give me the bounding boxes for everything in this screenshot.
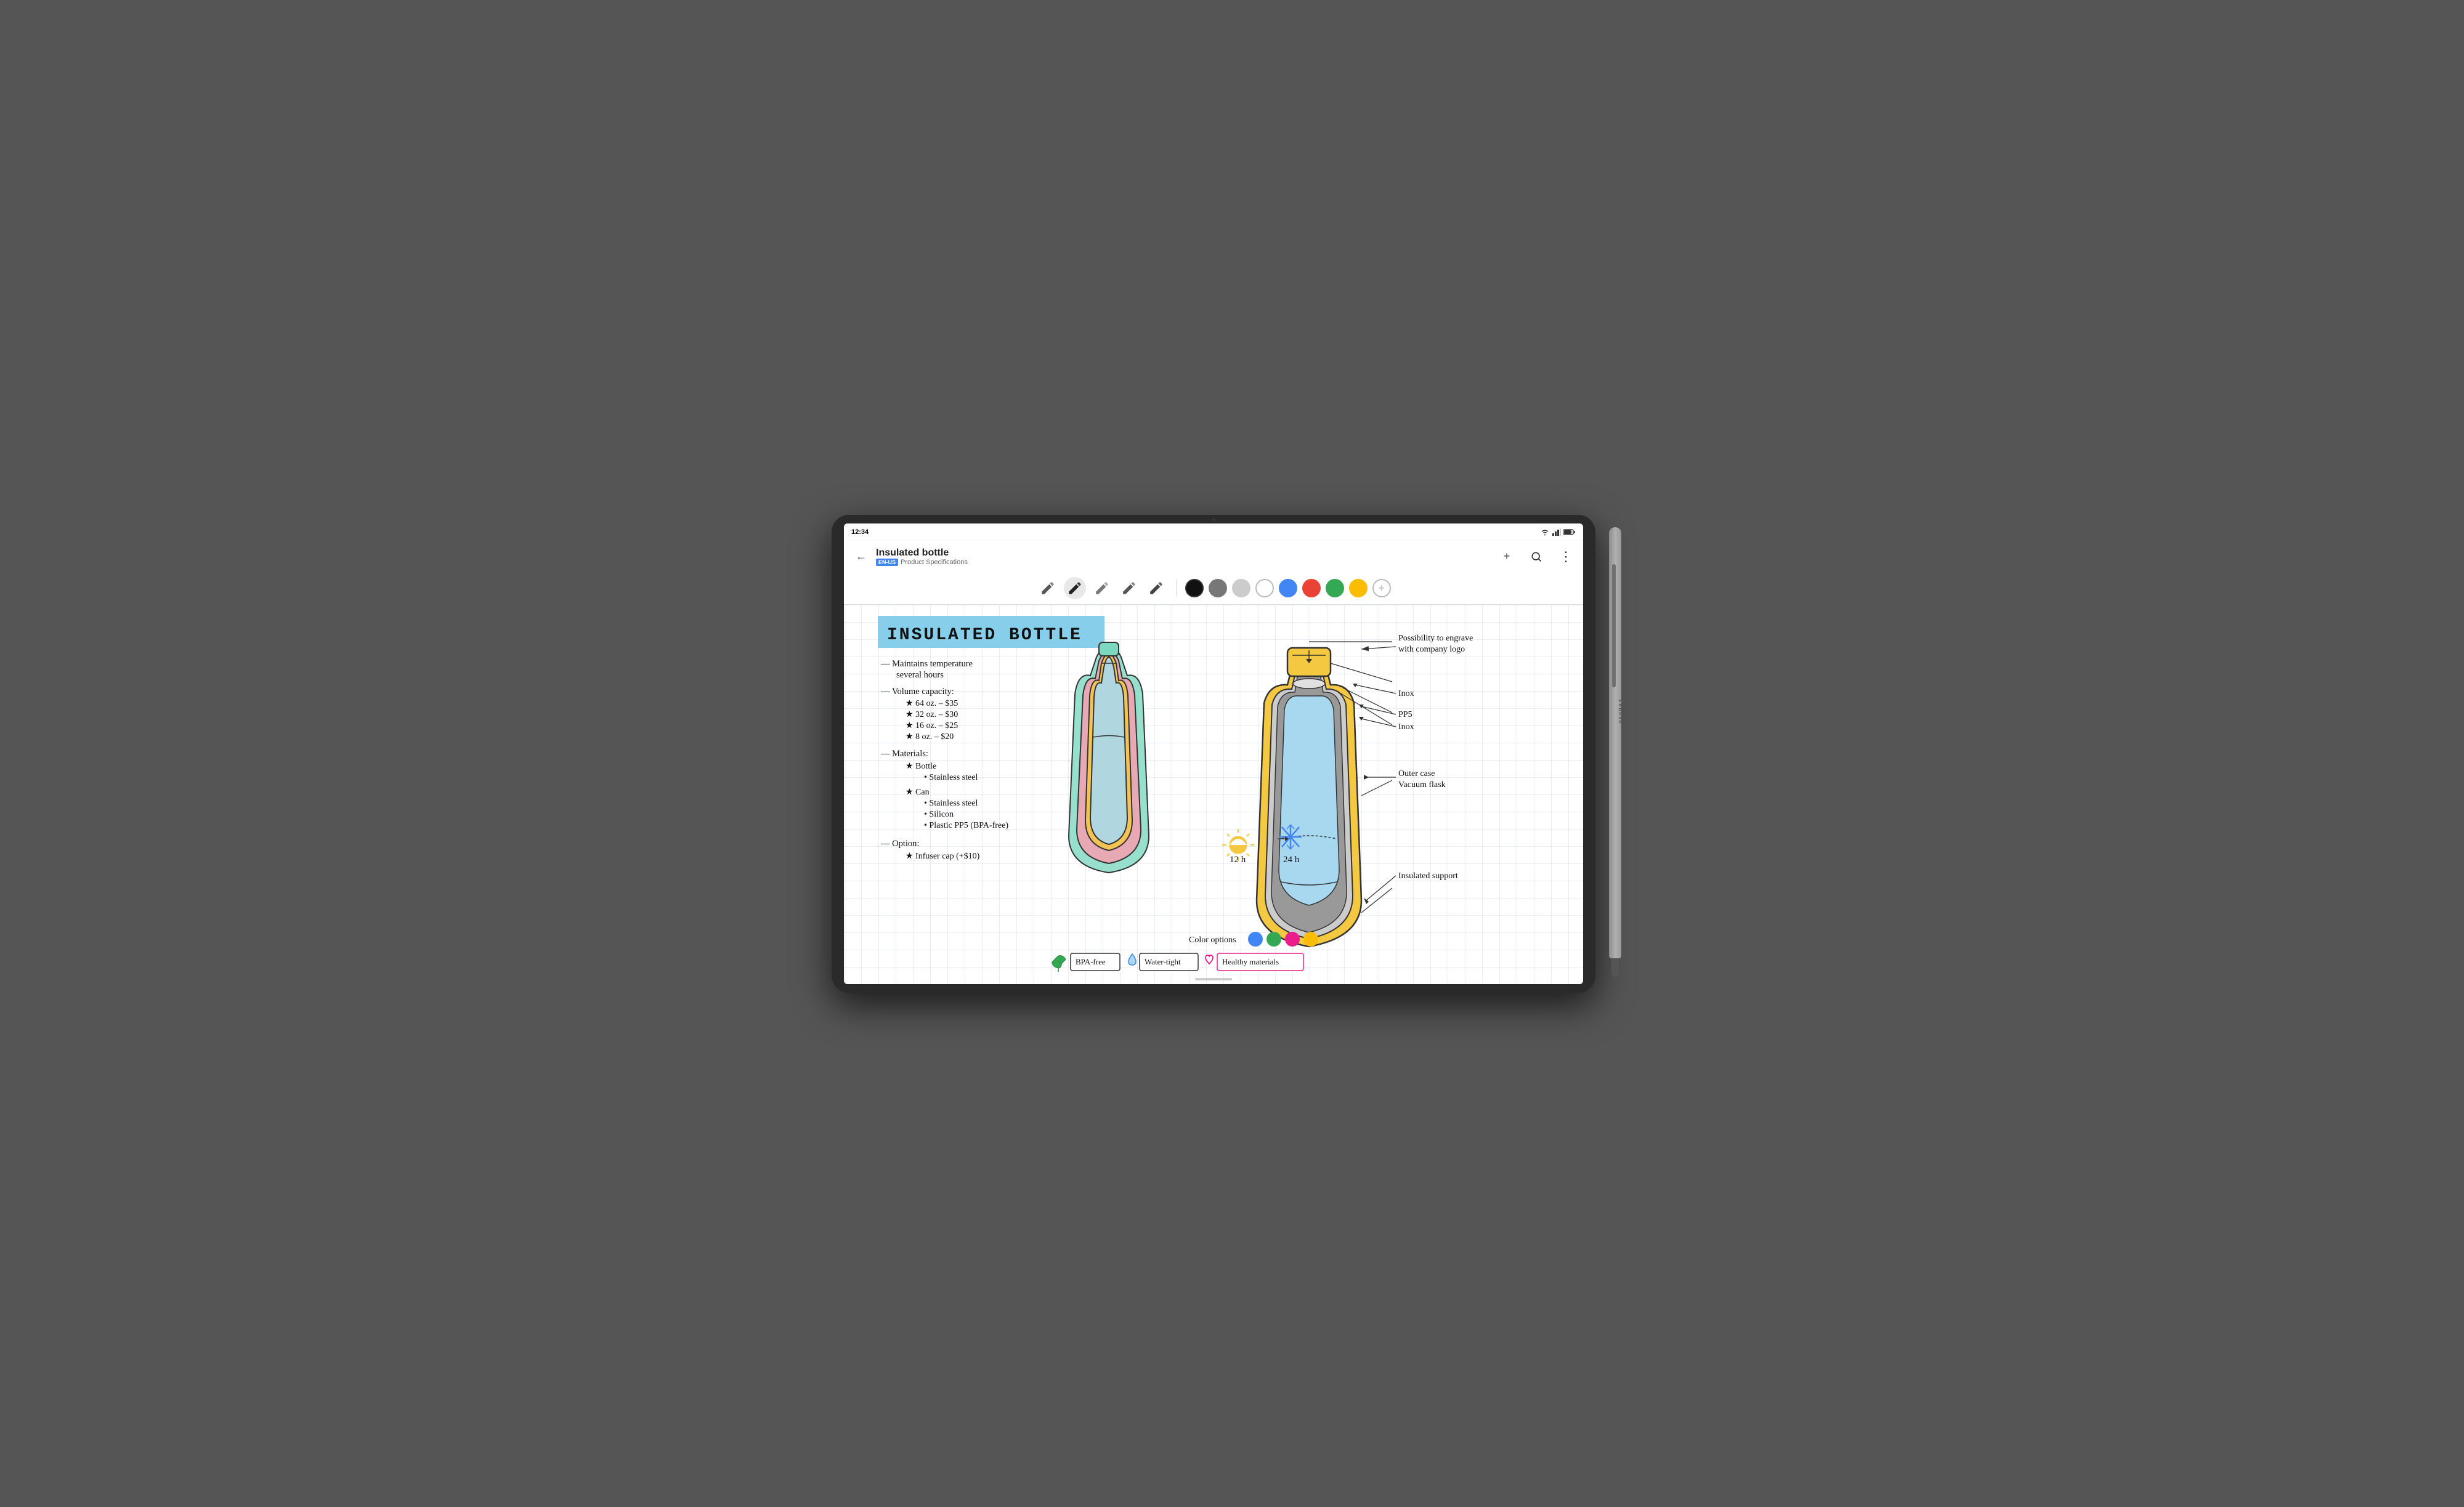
svg-text:with company logo: with company logo [1398,645,1465,654]
svg-text:Color options: Color options [1189,935,1236,945]
stylus-tip [1611,958,1619,977]
scene: 12:34 [832,503,1632,1005]
status-icons [1540,528,1576,536]
stylus: Lenovo [1604,521,1626,977]
svg-text:Insulated support: Insulated support [1398,871,1458,881]
pen-tool-5[interactable] [1145,577,1167,599]
svg-text:★ 16 oz. – $25: ★ 16 oz. – $25 [906,721,958,730]
note-canvas[interactable]: INSULATED BOTTLE — Maintains temperature… [844,605,1583,984]
camera-dot [1212,518,1215,522]
toolbar: + [844,573,1583,605]
svg-text:★ 32 oz. – $30: ★ 32 oz. – $30 [906,710,958,719]
svg-text:24 h: 24 h [1283,855,1300,865]
svg-text:several hours: several hours [896,670,944,680]
svg-text:Water-tight: Water-tight [1145,957,1181,966]
svg-text:• Stainless steel: • Stainless steel [924,799,978,808]
color-green[interactable] [1326,579,1344,597]
svg-text:INSULATED BOTTLE: INSULATED BOTTLE [887,626,1082,645]
color-white[interactable] [1255,579,1274,597]
svg-text:— Materials:: — Materials: [880,749,928,759]
stylus-brand: Lenovo [1618,700,1623,724]
tablet-body: 12:34 [832,515,1595,993]
svg-text:Outer case: Outer case [1398,769,1435,778]
color-light-gray[interactable] [1232,579,1250,597]
toolbar-separator [1176,580,1177,597]
color-black[interactable] [1185,579,1204,597]
svg-text:★ Infuser cap (+$10): ★ Infuser cap (+$10) [906,852,980,861]
svg-text:BPA-free: BPA-free [1076,957,1106,966]
svg-text:• Plastic PP5 (BPA-free): • Plastic PP5 (BPA-free) [924,821,1008,830]
svg-text:— Option:: — Option: [880,839,919,849]
bottle-sketch-group [1069,642,1149,873]
document-subtitle: EN-US Product Specifications [876,559,1497,566]
svg-text:★ Bottle: ★ Bottle [906,762,936,771]
color-red[interactable] [1302,579,1321,597]
pen-tool-3[interactable] [1091,577,1113,599]
pen-tool-4[interactable] [1118,577,1140,599]
svg-text:• Silicon: • Silicon [924,810,954,819]
stylus-clip [1612,564,1616,687]
app-bar-title: Insulated bottle EN-US Product Specifica… [876,547,1497,566]
svg-text:Inox: Inox [1398,722,1414,732]
color-blue[interactable] [1279,579,1297,597]
app-bar: ← Insulated bottle EN-US Product Specifi… [844,541,1583,573]
svg-text:• Stainless steel: • Stainless steel [924,773,978,782]
svg-text:12 h: 12 h [1230,855,1246,865]
wifi-icon [1540,528,1550,536]
document-title: Insulated bottle [876,547,1497,559]
pen-tool-1[interactable] [1037,577,1059,599]
note-drawing: INSULATED BOTTLE — Maintains temperature… [844,605,1583,984]
lang-badge: EN-US [876,559,898,566]
search-button[interactable] [1526,547,1546,567]
status-time: 12:34 [851,528,869,536]
svg-text:★ 64 oz. – $35: ★ 64 oz. – $35 [906,699,958,708]
pen-tool-2[interactable] [1064,577,1086,599]
more-button[interactable]: ⋮ [1556,547,1576,567]
search-icon [1530,551,1542,563]
scroll-indicator [1195,978,1232,980]
stylus-body: Lenovo [1609,527,1621,958]
subtitle-text: Product Specifications [901,559,968,566]
svg-text:PP5: PP5 [1398,710,1412,719]
color-add-button[interactable]: + [1372,579,1391,597]
svg-text:★ Can: ★ Can [906,788,930,797]
app-bar-actions: + ⋮ [1497,547,1576,567]
svg-text:Healthy materials: Healthy materials [1222,957,1279,966]
svg-text:— Volume capacity:: — Volume capacity: [880,687,954,697]
signal-icon [1552,528,1561,536]
svg-text:★ 8 oz. – $20: ★ 8 oz. – $20 [906,732,954,741]
back-button[interactable]: ← [851,547,871,567]
svg-text:— Maintains temperature: — Maintains temperature [880,659,973,669]
screen: 12:34 [844,523,1583,984]
svg-text:Vacuum flask: Vacuum flask [1398,780,1446,790]
svg-text:Inox: Inox [1398,689,1414,698]
battery-icon [1563,528,1576,536]
color-yellow[interactable] [1349,579,1368,597]
status-bar: 12:34 [844,523,1583,541]
svg-text:Possibility to engrave: Possibility to engrave [1398,634,1473,643]
add-button[interactable]: + [1497,547,1517,567]
color-gray[interactable] [1209,579,1227,597]
